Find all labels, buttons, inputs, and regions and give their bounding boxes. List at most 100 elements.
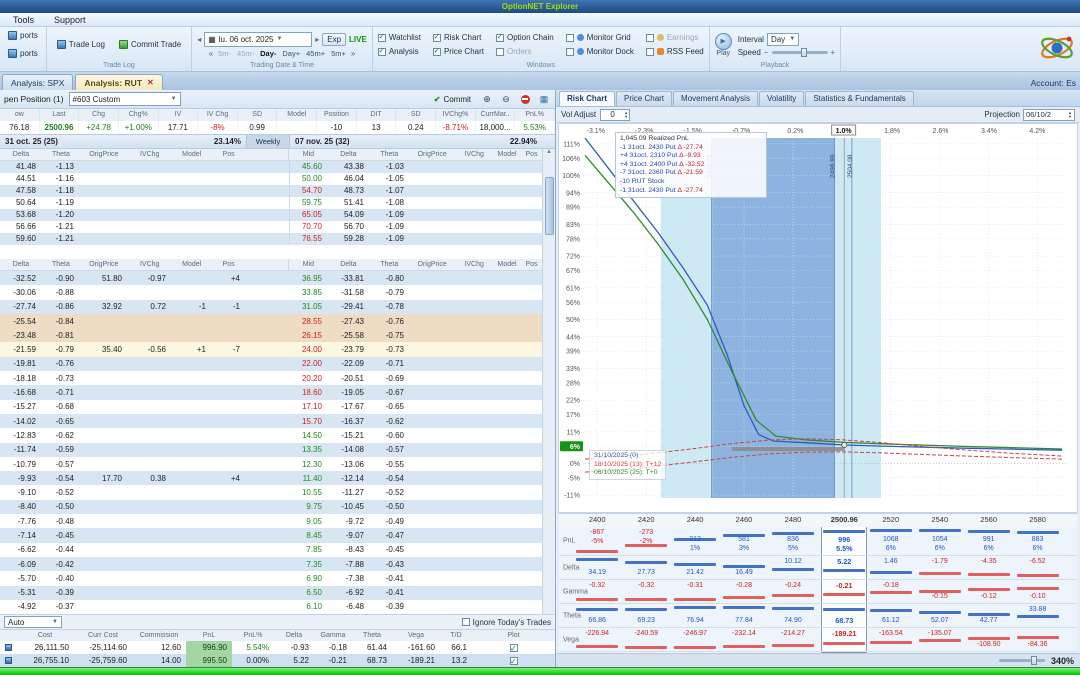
zoom-out-icon[interactable]: ⊖ [499, 93, 513, 106]
date-input[interactable]: ▦ lu. 06 oct. 2025 ▼ [204, 31, 313, 47]
option-row[interactable]: -9.93 -0.54 17.70 0.38 +4 11.40 -12.14 -0.54 [0, 471, 542, 486]
weekly-selector[interactable]: Weekly [246, 135, 290, 148]
window-toggle-watchlist[interactable]: Watchlist [377, 32, 421, 42]
scrollbar-thumb[interactable] [544, 177, 554, 235]
plot-checkbox[interactable] [472, 641, 555, 654]
speed-minus[interactable]: − [764, 48, 769, 57]
left-expiry-label[interactable]: 31 oct. 25 (25) [5, 137, 58, 146]
commit-trade-button[interactable]: Commit Trade [114, 37, 186, 52]
close-icon[interactable]: ✕ [147, 78, 154, 87]
right-expiry-label[interactable]: 07 nov. 25 (32) [295, 137, 350, 146]
next-day-icon[interactable]: ▸ [315, 35, 319, 44]
speed-plus[interactable]: + [831, 48, 836, 57]
ignore-trades-toggle[interactable]: Ignore Today's Trades [461, 618, 551, 627]
cell: 46.04 [343, 174, 364, 183]
chain-scrollbar[interactable]: ▲ [542, 149, 555, 614]
option-row[interactable]: -19.81 -0.76 22.00 -22.09 -0.71 [0, 356, 542, 372]
option-row[interactable]: 59.60 -1.21 76.55 59.28 -1.09 [0, 233, 542, 245]
tab-movement-analysis[interactable]: Movement Analysis [673, 91, 758, 106]
window-toggle-orders[interactable]: Orders [495, 47, 554, 56]
option-row[interactable]: -7.76 -0.48 9.05 -9.72 -0.49 [0, 514, 542, 529]
window-toggle-rss-feed[interactable]: RSS Feed [645, 47, 704, 56]
strategy-select[interactable]: #603 Custom ▼ [68, 92, 181, 106]
window-toggle-risk-chart[interactable]: Risk Chart [432, 32, 484, 42]
tab-risk-chart[interactable]: Risk Chart [559, 91, 616, 106]
slider-thumb[interactable] [800, 47, 807, 57]
option-row[interactable]: 50.64 -1.19 59.75 51.41 -1.08 [0, 197, 542, 209]
window-toggle-analysis[interactable]: Analysis [377, 46, 421, 56]
time-step-45m[interactable]: 45m- [235, 49, 256, 58]
exports-button[interactable]: ports [3, 46, 43, 61]
tab-price-chart[interactable]: Price Chart [616, 91, 673, 106]
option-row[interactable]: 56.66 -1.21 70.70 56.70 -1.09 [0, 221, 542, 233]
option-row[interactable]: -23.48 -0.81 26.15 -25.58 -0.75 [0, 328, 542, 343]
step-back-icon[interactable]: « [209, 49, 213, 58]
time-step-45m[interactable]: 45m+ [304, 49, 327, 58]
window-toggle-monitor-dock[interactable]: Monitor Dock [565, 47, 634, 56]
zoom-slider[interactable] [998, 656, 1045, 665]
option-row[interactable]: 44.51 -1.16 50.00 46.04 -1.05 [0, 173, 542, 185]
option-row[interactable]: 53.68 -1.20 65.05 54.09 -1.09 [0, 209, 542, 221]
auto-select[interactable]: Auto ▼ [4, 616, 62, 628]
option-row[interactable]: -5.70 -0.40 6.90 -7.38 -0.41 [0, 571, 542, 586]
option-row[interactable]: -15.27 -0.68 17.10 -17.67 -0.65 [0, 399, 542, 414]
step-forward-icon[interactable]: » [351, 49, 355, 58]
summary-row[interactable]: 26,755.10 -25,759.60 14.00 995.50 0.00% 5.22 -… [0, 654, 555, 667]
window-toggle-monitor-grid[interactable]: Monitor Grid [565, 33, 634, 42]
stepper-arrows-icon[interactable]: ▲ ▼ [624, 110, 629, 119]
exp-button[interactable]: Exp [322, 32, 347, 46]
chart-legend: 1,045.09 Realized PnL -1 31oct. 2430 Put … [615, 132, 767, 199]
speed-slider[interactable] [771, 47, 828, 57]
stop-icon[interactable] [518, 93, 532, 106]
option-row[interactable]: -30.06 -0.88 33.85 -31.58 -0.79 [0, 285, 542, 300]
option-row[interactable]: -7.14 -0.45 8.45 -9.07 -0.47 [0, 528, 542, 543]
option-row[interactable]: 41.48 -1.13 45.60 43.38 -1.03 [0, 161, 542, 173]
projection-date-input[interactable]: 06/10/2 ▲ ▼ [1023, 108, 1075, 121]
menu-item-support[interactable]: Support [51, 15, 89, 25]
window-toggle-price-chart[interactable]: Price Chart [432, 46, 484, 56]
option-row[interactable]: -25.54 -0.84 28.55 -27.43 -0.76 [0, 313, 542, 329]
window-toggle-option-chain[interactable]: Option Chain [495, 32, 554, 42]
prev-day-icon[interactable]: ◂ [197, 35, 201, 44]
option-row[interactable]: -4.92 -0.37 6.10 -6.48 -0.39 [0, 599, 542, 615]
zoom-in-icon[interactable]: ⊕ [480, 93, 494, 106]
option-row[interactable]: -9.10 -0.52 10.55 -11.27 -0.52 [0, 485, 542, 500]
time-step-5m[interactable]: 5m- [216, 49, 233, 58]
option-row[interactable]: -11.74 -0.59 13.35 -14.08 -0.57 [0, 442, 542, 457]
option-row[interactable]: -5.31 -0.39 6.50 -6.92 -0.41 [0, 585, 542, 600]
option-row[interactable]: -27.74 -0.86 32.92 0.72 -1 -1 31.05 -29.41 -0.78 [0, 299, 542, 314]
play-button[interactable]: ▶ [714, 32, 732, 50]
option-row[interactable]: -10.79 -0.57 12.30 -13.06 -0.55 [0, 456, 542, 472]
time-step-day[interactable]: Day+ [280, 49, 302, 58]
option-row[interactable]: -18.18 -0.73 20.20 -20.51 -0.69 [0, 371, 542, 386]
vol-adjust-stepper[interactable]: 0 ▲ ▼ [600, 108, 631, 121]
option-row[interactable]: -6.62 -0.44 7.85 -8.43 -0.45 [0, 542, 542, 557]
option-row[interactable]: -21.59 -0.79 35.40 -0.56 +1 -7 24.00 -23.79 -0.7… [0, 342, 542, 357]
option-row[interactable]: -32.52 -0.90 51.80 -0.97 +4 36.95 -33.81 -0.80 [0, 271, 542, 286]
option-row[interactable]: -12.83 -0.62 14.50 -15.21 -0.60 [0, 428, 542, 443]
tab-analysis-spx[interactable]: Analysis: SPX [2, 74, 74, 90]
plot-checkbox[interactable] [472, 654, 555, 667]
cell: -1.19 [55, 198, 74, 207]
option-row[interactable]: -14.02 -0.65 15.70 -16.37 -0.62 [0, 413, 542, 429]
option-row[interactable]: -6.09 -0.42 7.35 -7.88 -0.43 [0, 556, 542, 572]
menu-item-tools[interactable]: Tools [10, 15, 37, 25]
time-step-day[interactable]: Day- [258, 49, 278, 58]
option-row[interactable]: -8.40 -0.50 9.75 -10.45 -0.50 [0, 499, 542, 515]
window-toggle-earnings[interactable]: Earnings [645, 33, 704, 42]
interval-select[interactable]: Day ▼ [766, 32, 800, 46]
reports-button[interactable]: ports [3, 28, 43, 43]
trade-log-button[interactable]: Trade Log [52, 37, 110, 52]
tab-volatility[interactable]: Volatility [758, 91, 805, 106]
tab-analysis-rut[interactable]: Analysis: RUT ✕ [75, 74, 163, 90]
grid-icon[interactable]: ▦ [537, 93, 551, 106]
commit-button[interactable]: ✔ Commit [430, 93, 475, 106]
option-row[interactable]: 47.58 -1.18 54.70 48.73 -1.07 [0, 185, 542, 197]
slider-thumb[interactable] [1031, 656, 1038, 665]
scroll-up-icon[interactable]: ▲ [546, 149, 552, 155]
tab-statistics-fundamentals[interactable]: Statistics & Fundamentals [805, 91, 914, 106]
summary-row[interactable]: 26,111.50 -25,114.60 12.60 996.90 5.54% -0.93… [0, 641, 555, 654]
option-row[interactable]: -16.68 -0.71 18.60 -19.05 -0.67 [0, 385, 542, 400]
time-step-5m[interactable]: 5m+ [329, 49, 348, 58]
risk-chart[interactable]: 2446.732496.992504.08111%106%100%94%89%8… [558, 123, 1078, 513]
